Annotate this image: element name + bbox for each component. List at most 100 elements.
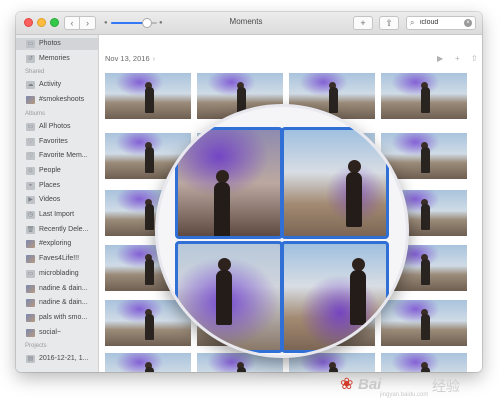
sidebar-item[interactable]: pals with smo... — [16, 312, 98, 324]
close-window-button[interactable] — [24, 18, 33, 27]
video-icon: ▶ — [26, 196, 35, 205]
selected-photo[interactable] — [281, 241, 389, 353]
zoom-fill — [111, 22, 145, 24]
zoom-large-icon: ● — [159, 20, 163, 26]
photo-subject — [144, 367, 154, 372]
sidebar-item[interactable]: nadine & dain... — [16, 283, 98, 295]
sidebar-item[interactable]: ▭ microblading — [16, 268, 98, 280]
photo-subject — [144, 204, 154, 230]
sidebar-item[interactable]: social~ — [16, 327, 98, 339]
sidebar-item[interactable]: ⌖ Places — [16, 180, 98, 192]
sidebar-section-header: Shared — [25, 69, 45, 76]
sidebar-item[interactable]: ▭ Photos — [16, 38, 98, 50]
share-button[interactable]: ⇧ — [379, 16, 399, 30]
magnifier-overlay — [155, 104, 409, 358]
photo-subject — [328, 87, 338, 113]
pin-icon: ⌖ — [26, 181, 35, 190]
title-bar: ‹ › ● ● Moments + ⇧ ⌕ × — [16, 12, 482, 35]
paw-icon: ❀ — [340, 376, 354, 393]
share-moment-icon[interactable]: ⇧ — [471, 54, 478, 63]
sidebar-item[interactable]: ♡ Favorites — [16, 136, 98, 148]
play-slideshow-icon[interactable]: ▶ — [437, 54, 443, 63]
sidebar-item[interactable]: ▭ All Photos — [16, 121, 98, 133]
photo-subject — [144, 314, 154, 340]
sidebar-item-label: All Photos — [39, 122, 71, 130]
sidebar-item[interactable]: nadine & dain... — [16, 297, 98, 309]
photo-subject — [144, 259, 154, 285]
sidebar-item-label: Faves4Life!!! — [39, 255, 80, 263]
photo-thumbnail[interactable] — [381, 73, 467, 119]
sidebar-item[interactable]: #exploring — [16, 238, 98, 250]
nav-buttons: ‹ › — [64, 16, 98, 30]
sidebar-section-header: Projects — [25, 343, 47, 350]
sidebar-item[interactable]: 🗑 Recently Dele... — [16, 224, 98, 236]
add-to-icon[interactable]: + — [455, 54, 460, 63]
photo-subject — [144, 87, 154, 113]
album-icon: ▭ — [26, 122, 35, 131]
watermark-brand-suffix: 经验 — [432, 378, 460, 394]
search-input[interactable] — [420, 19, 460, 26]
album-thumb-icon — [26, 255, 35, 264]
album-thumb-icon — [26, 284, 35, 293]
sidebar-item[interactable]: Faves4Life!!! — [16, 253, 98, 265]
album-thumb-icon — [26, 313, 35, 322]
heart-icon: ♡ — [26, 137, 35, 146]
sidebar-item-label: Videos — [39, 196, 61, 204]
sidebar-item[interactable]: #smokeshoots — [16, 94, 98, 106]
photo-subject — [236, 367, 246, 372]
sidebar-item-label: Favorite Mem... — [39, 152, 88, 160]
zoom-window-button[interactable] — [50, 18, 59, 27]
sidebar-item-label: 2016-12-21, 1... — [39, 355, 89, 363]
sidebar-item[interactable]: ◷ Last Import — [16, 209, 98, 221]
photo-subject — [144, 147, 154, 173]
moment-header[interactable]: Nov 13, 2016 › — [105, 54, 155, 63]
moment-date: Nov 13, 2016 — [105, 54, 150, 63]
sidebar-item[interactable]: ▤ 2016-12-21, 1... — [16, 353, 98, 365]
album-thumb-icon — [26, 240, 35, 249]
photo-subject — [214, 182, 230, 236]
forward-button[interactable]: › — [80, 16, 96, 30]
photo-thumbnail[interactable] — [105, 73, 191, 119]
photo-subject — [216, 270, 232, 325]
photo-subject — [346, 172, 362, 227]
sidebar-item-label: #exploring — [39, 240, 72, 248]
zoom-slider[interactable]: ● ● — [104, 17, 164, 29]
trash-icon: 🗑 — [26, 225, 35, 234]
heart-icon: ♡ — [26, 152, 35, 161]
album-thumb-icon — [26, 96, 35, 105]
photo-thumbnail[interactable] — [105, 353, 191, 372]
selected-photo[interactable] — [281, 127, 389, 239]
sidebar-item[interactable]: ☺ People — [16, 165, 98, 177]
photo-subject — [420, 204, 430, 230]
sidebar-item-label: Places — [39, 181, 61, 189]
sidebar-item-label: Photos — [39, 40, 61, 47]
memories-icon: ↺ — [26, 54, 35, 63]
photo-subject — [328, 367, 338, 372]
sidebar-item-label: Activity — [39, 81, 62, 89]
sidebar: ▭ Photos ↺ Memories Shared ☁ Activity #smokesho… — [16, 35, 99, 372]
photo-subject — [420, 87, 430, 113]
watermark-logo: ❀ Bai 经验 jingyan.baidu.com — [340, 370, 480, 400]
selected-photo[interactable] — [175, 127, 283, 239]
photo-thumbnail[interactable] — [381, 300, 467, 346]
sidebar-section-header: Albums — [25, 110, 46, 117]
cloud-icon: ☁ — [26, 81, 35, 90]
sidebar-item-label: Memories — [39, 54, 70, 62]
window-title: Moments — [229, 17, 263, 26]
sidebar-item[interactable]: ▶ Videos — [16, 194, 98, 206]
selected-photo[interactable] — [175, 241, 283, 353]
sidebar-item-label: social~ — [39, 328, 61, 336]
clear-search-icon[interactable]: × — [464, 19, 472, 27]
back-button[interactable]: ‹ — [64, 16, 80, 30]
search-field[interactable]: ⌕ × — [406, 16, 476, 30]
sidebar-item-label: Favorites — [39, 137, 68, 145]
minimize-window-button[interactable] — [37, 18, 46, 27]
album-icon: ▭ — [26, 269, 35, 278]
sidebar-item[interactable]: ♡ Favorite Mem... — [16, 150, 98, 162]
zoom-knob[interactable] — [142, 18, 152, 28]
add-button[interactable]: + — [353, 16, 373, 30]
person-icon: ☺ — [26, 166, 35, 175]
photo-subject — [420, 147, 430, 173]
sidebar-item[interactable]: ☁ Activity — [16, 79, 98, 91]
sidebar-item[interactable]: ↺ Memories — [16, 53, 98, 65]
